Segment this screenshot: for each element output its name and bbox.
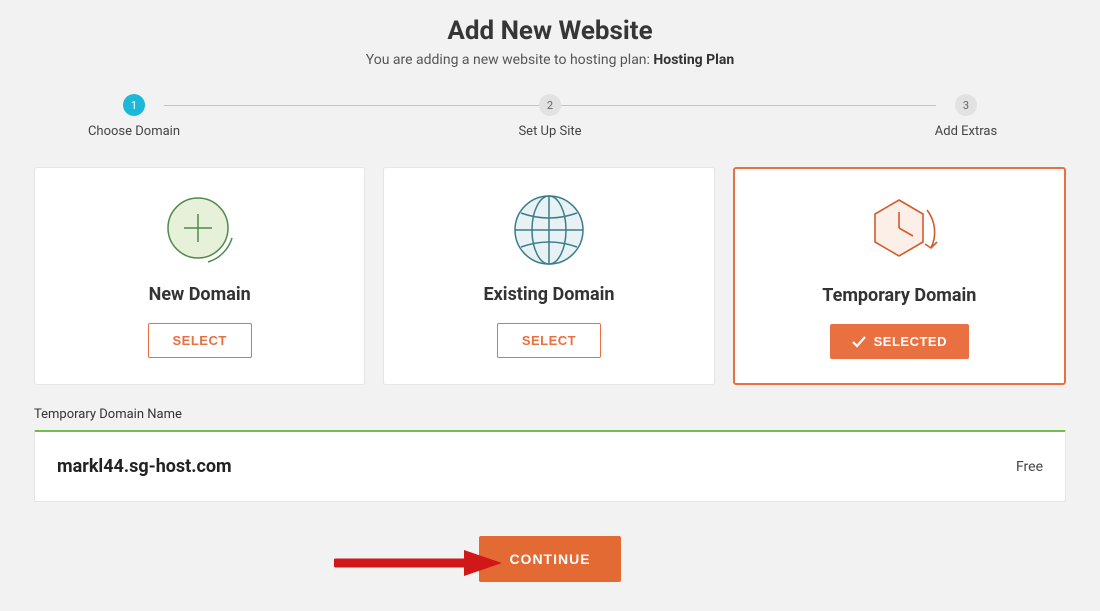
plus-circle-icon	[160, 190, 240, 270]
select-new-domain-button[interactable]: SELECT	[148, 323, 252, 358]
step-set-up-site[interactable]: 2 Set Up Site	[490, 94, 610, 139]
temp-domain-value: markl44.sg-host.com	[57, 456, 232, 477]
globe-icon	[510, 190, 588, 270]
step-bubble: 1	[123, 94, 145, 116]
selected-label: SELECTED	[874, 334, 947, 349]
stepper: 1 Choose Domain 2 Set Up Site 3 Add Extr…	[74, 94, 1026, 139]
clock-icon	[857, 191, 941, 271]
step-bubble: 3	[955, 94, 977, 116]
select-existing-domain-button[interactable]: SELECT	[497, 323, 601, 358]
page-title: Add New Website	[34, 16, 1066, 46]
page-subtitle: You are adding a new website to hosting …	[34, 52, 1066, 68]
card-title: Existing Domain	[484, 284, 615, 305]
domain-option-cards: New Domain SELECT Existing Domain SELECT	[34, 167, 1066, 385]
step-choose-domain[interactable]: 1 Choose Domain	[74, 94, 194, 139]
card-temporary-domain[interactable]: Temporary Domain SELECTED	[733, 167, 1066, 385]
card-new-domain[interactable]: New Domain SELECT	[34, 167, 365, 385]
check-icon	[852, 336, 866, 348]
footer: CONTINUE	[34, 536, 1066, 582]
selected-temporary-domain-button[interactable]: SELECTED	[830, 324, 969, 359]
step-bubble: 2	[539, 94, 561, 116]
step-label: Add Extras	[935, 124, 997, 139]
temp-domain-box: markl44.sg-host.com Free	[34, 430, 1066, 502]
step-label: Set Up Site	[518, 124, 581, 139]
card-title: Temporary Domain	[822, 285, 976, 306]
card-existing-domain[interactable]: Existing Domain SELECT	[383, 167, 714, 385]
temp-domain-section-label: Temporary Domain Name	[34, 407, 1066, 422]
plan-name: Hosting Plan	[653, 52, 734, 68]
step-add-extras[interactable]: 3 Add Extras	[906, 94, 1026, 139]
temp-domain-price: Free	[1016, 459, 1043, 475]
step-label: Choose Domain	[88, 124, 180, 139]
annotation-arrow-icon	[334, 548, 504, 578]
subtitle-prefix: You are adding a new website to hosting …	[366, 52, 654, 68]
card-title: New Domain	[149, 284, 251, 305]
